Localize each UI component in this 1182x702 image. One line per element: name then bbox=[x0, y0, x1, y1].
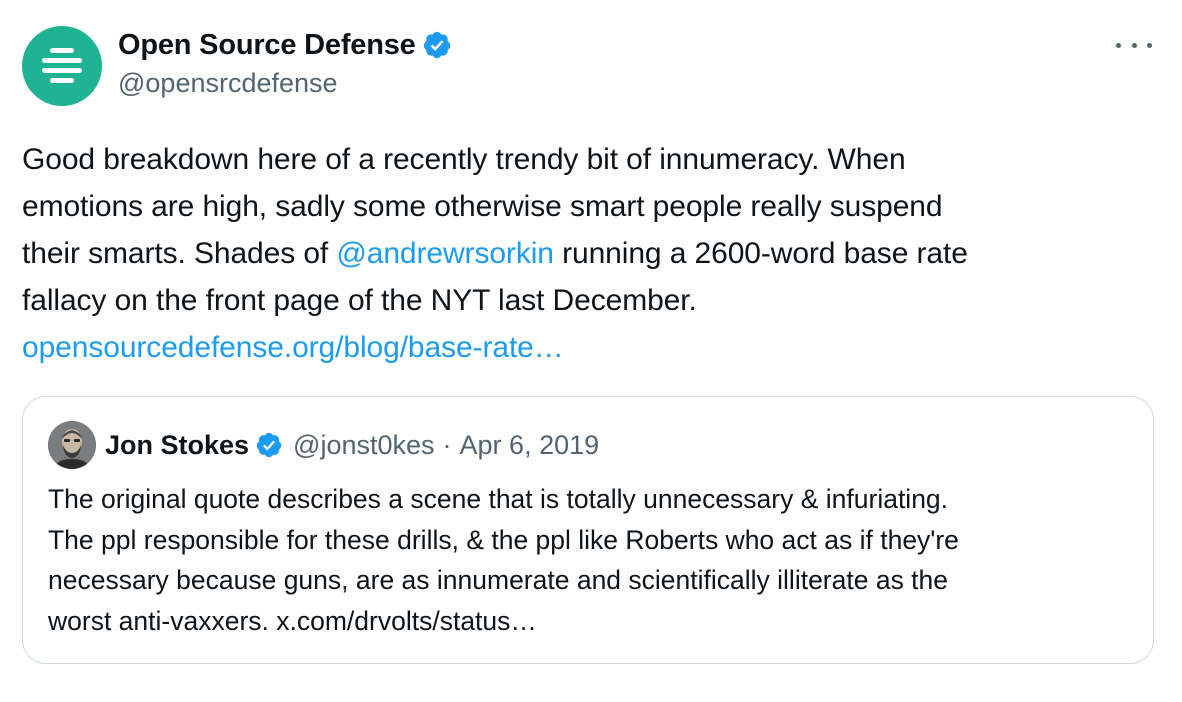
tweet-text: Good breakdown here of a recently trendy… bbox=[22, 136, 1162, 371]
more-horizontal-icon-dot bbox=[1131, 42, 1137, 48]
mention-link[interactable]: @andrewrsorkin bbox=[336, 237, 554, 270]
person-portrait-icon bbox=[48, 421, 96, 469]
tweet-text-segment: running a 2600-word base rate bbox=[553, 237, 968, 270]
tweet-text-line: Good breakdown here of a recently trendy… bbox=[22, 143, 906, 176]
quote-header: Jon Stokes @jonst0kes · Apr 6, 2019 bbox=[105, 425, 599, 465]
quote-author-avatar[interactable] bbox=[48, 421, 96, 469]
quote-author-name[interactable]: Jon Stokes bbox=[105, 430, 249, 461]
tweet: Open Source Defense @opensrcdefense Good… bbox=[0, 0, 1182, 702]
quote-date[interactable]: Apr 6, 2019 bbox=[460, 430, 600, 461]
more-horizontal-icon-dot bbox=[1147, 42, 1152, 48]
quote-text: The original quote describes a scene tha… bbox=[48, 479, 1138, 641]
author-name-row: Open Source Defense bbox=[118, 26, 452, 64]
quote-text-line: The ppl responsible for these drills, & … bbox=[48, 524, 959, 555]
tweet-text-line: their smarts. Shades of @andrewrsorkin r… bbox=[22, 230, 1162, 277]
quote-text-line: The original quote describes a scene tha… bbox=[48, 484, 949, 514]
quote-text-line: worst anti-vaxxers. x.com/drvolts/status… bbox=[48, 605, 537, 636]
separator-dot: · bbox=[442, 429, 452, 460]
verified-badge-icon[interactable] bbox=[422, 30, 452, 60]
quote-text-line: necessary because guns, are as innumerat… bbox=[48, 565, 949, 595]
tweet-text-line: emotions are high, sadly some otherwise … bbox=[22, 190, 943, 223]
tweet-text-segment: their smarts. Shades of bbox=[22, 237, 337, 270]
stacked-bars-logo-icon bbox=[42, 48, 82, 83]
author-avatar[interactable] bbox=[22, 26, 102, 106]
author-handle[interactable]: @opensrcdefense bbox=[118, 68, 338, 99]
quoted-tweet[interactable]: Jon Stokes @jonst0kes · Apr 6, 2019 The … bbox=[22, 396, 1154, 664]
more-horizontal-icon-dot bbox=[1116, 42, 1121, 48]
tweet-text-line: fallacy on the front page of the NYT las… bbox=[22, 284, 697, 317]
verified-badge-icon[interactable] bbox=[255, 431, 283, 459]
external-link[interactable]: opensourcedefense.org/blog/base-rate… bbox=[22, 324, 1162, 371]
author-display-name[interactable]: Open Source Defense bbox=[118, 29, 416, 62]
more-options-button[interactable] bbox=[1116, 34, 1152, 56]
quote-author-handle[interactable]: @jonst0kes bbox=[293, 430, 434, 461]
